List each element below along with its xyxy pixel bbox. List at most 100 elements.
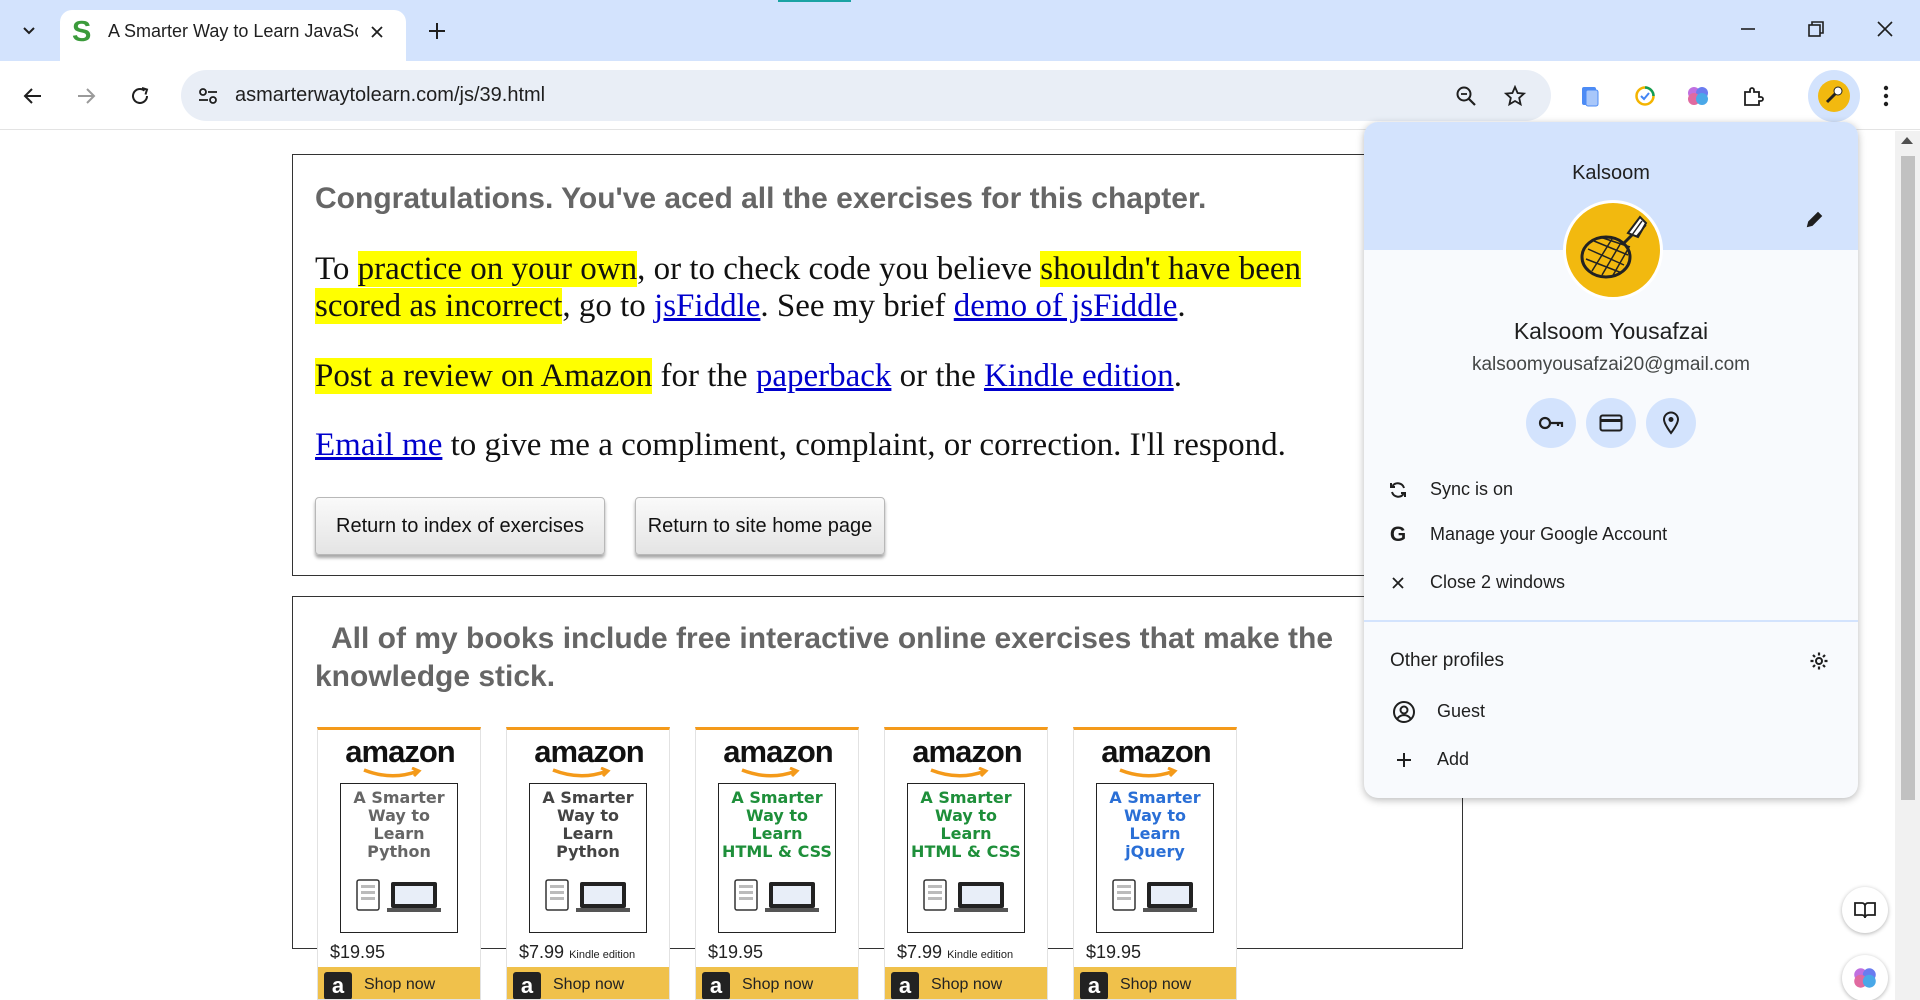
passwords-button[interactable] xyxy=(1526,398,1576,448)
text-span: for the xyxy=(652,358,756,394)
tab-close-button[interactable] xyxy=(364,19,390,45)
shop-now-button[interactable]: a Shop now xyxy=(696,967,858,999)
site-info-icon[interactable] xyxy=(195,83,221,109)
book-cover-title: A Smarter Way to Learn Python xyxy=(341,789,457,861)
credit-card-icon xyxy=(1599,414,1623,432)
email-paragraph: Email me to give me a compliment, compla… xyxy=(315,427,1286,464)
back-button[interactable] xyxy=(13,76,53,116)
close-icon xyxy=(1877,21,1893,37)
chevron-down-icon xyxy=(23,27,35,35)
books-heading-line2: knowledge stick. xyxy=(315,660,556,693)
demo-jsfiddle-link[interactable]: demo of jsFiddle xyxy=(954,288,1178,324)
forward-button[interactable] xyxy=(66,76,106,116)
edition-label: Kindle edition xyxy=(569,949,636,961)
payment-methods-button[interactable] xyxy=(1586,398,1636,448)
reload-icon xyxy=(132,87,149,104)
cover-title-line: A Smarter xyxy=(731,788,823,807)
restore-button[interactable] xyxy=(1790,8,1842,50)
shop-now-label: Shop now xyxy=(364,976,436,993)
cover-title-line: A Smarter xyxy=(1109,788,1201,807)
profile-button[interactable] xyxy=(1808,70,1860,122)
text-span: , go to xyxy=(562,288,655,324)
gear-icon xyxy=(1810,652,1828,670)
address-bar[interactable]: asmarterwaytolearn.com/js/39.html xyxy=(181,70,1551,121)
book-ad-card[interactable]: amazon A Smarter Way to Learn Python $7.99 Ki… xyxy=(506,727,670,1000)
amazon-a-icon: a xyxy=(891,972,919,999)
manage-account-item[interactable]: G Manage your Google Account xyxy=(1364,515,1858,555)
page-scrollbar[interactable] xyxy=(1895,131,1920,1000)
paperback-link[interactable]: paperback xyxy=(756,358,892,394)
url-text[interactable]: asmarterwaytolearn.com/js/39.html xyxy=(235,84,545,107)
addresses-button[interactable] xyxy=(1646,398,1696,448)
scroll-thumb[interactable] xyxy=(1901,156,1915,800)
new-tab-button[interactable] xyxy=(420,14,454,48)
kindle-edition-link[interactable]: Kindle edition xyxy=(984,358,1174,394)
scroll-up-arrow-icon[interactable] xyxy=(1901,137,1913,144)
price-value: $7.99 xyxy=(897,942,943,962)
book-open-icon xyxy=(1854,902,1876,919)
more-menu-icon[interactable] xyxy=(1866,76,1906,116)
manage-profiles-button[interactable] xyxy=(1806,648,1832,674)
other-profiles-heading: Other profiles xyxy=(1390,650,1505,671)
return-index-button[interactable]: Return to index of exercises xyxy=(315,497,605,555)
close-window-button[interactable] xyxy=(1859,8,1911,50)
shop-now-button[interactable]: a Shop now xyxy=(1074,967,1236,999)
book-cover: A Smarter Way to Learn HTML & CSS xyxy=(718,783,836,933)
extension-tab-manager-icon[interactable] xyxy=(1570,76,1610,116)
avatar xyxy=(1818,80,1850,112)
book-ad-card[interactable]: amazon A Smarter Way to Learn jQuery $19.95 a… xyxy=(1073,727,1237,1000)
extension-timer-icon[interactable] xyxy=(1625,76,1665,116)
book-cover-title: A Smarter Way to Learn Python xyxy=(530,789,646,861)
shop-now-label: Shop now xyxy=(742,976,814,993)
tab-search-button[interactable] xyxy=(10,12,48,48)
add-profile-item[interactable]: Add xyxy=(1364,740,1858,780)
amazon-a-icon: a xyxy=(1080,972,1108,999)
sync-status-item[interactable]: Sync is on xyxy=(1364,470,1858,510)
active-tab[interactable]: S A Smarter Way to Learn JavaScript xyxy=(60,10,406,61)
minimize-button[interactable] xyxy=(1722,8,1774,50)
guest-label: Guest xyxy=(1437,701,1486,721)
arrow-right-icon xyxy=(78,88,96,104)
jsfiddle-link[interactable]: jsFiddle xyxy=(654,288,760,324)
extension-brain-icon[interactable] xyxy=(1678,76,1718,116)
amazon-logo: amazon xyxy=(1101,734,1211,769)
amazon-a-icon: a xyxy=(702,972,730,999)
edit-profile-button[interactable] xyxy=(1800,204,1830,234)
bookmark-star-icon[interactable] xyxy=(1501,82,1529,110)
close-windows-item[interactable]: Close 2 windows xyxy=(1364,563,1858,603)
cover-title-line: A Smarter xyxy=(353,788,445,807)
cover-title-line: A Smarter xyxy=(542,788,634,807)
divider xyxy=(1364,620,1858,622)
cover-title-line: Python xyxy=(556,842,620,861)
text-span: or the xyxy=(891,358,984,394)
book-ad-card[interactable]: amazon A Smarter Way to Learn HTML & CSS $19.… xyxy=(695,727,859,1000)
book-price: $19.95 xyxy=(708,942,763,963)
text-span: . xyxy=(1177,288,1186,324)
text-span: . See my brief xyxy=(760,288,954,324)
return-home-button[interactable]: Return to site home page xyxy=(635,497,885,555)
reading-mode-button[interactable] xyxy=(1842,887,1888,933)
reload-button[interactable] xyxy=(120,76,160,116)
book-cover-title: A Smarter Way to Learn HTML & CSS xyxy=(908,789,1024,861)
email-me-link[interactable]: Email me xyxy=(315,427,442,463)
extensions-puzzle-icon[interactable] xyxy=(1733,76,1773,116)
profile-menu: Kalsoom Kalsoom Yousafzai kalsoomyousafz… xyxy=(1364,122,1858,798)
badminton-avatar-icon xyxy=(1580,215,1648,279)
book-ad-card[interactable]: amazon A Smarter Way to Learn HTML & CSS $7.9… xyxy=(884,727,1048,1000)
pencil-icon xyxy=(1806,211,1823,228)
guest-profile-item[interactable]: Guest xyxy=(1364,692,1858,732)
tab-strip: S A Smarter Way to Learn JavaScript xyxy=(0,0,1920,61)
shop-now-button[interactable]: a Shop now xyxy=(318,967,480,999)
book-price: $19.95 xyxy=(330,942,385,963)
shop-now-label: Shop now xyxy=(1120,976,1192,993)
cover-title-line: Way to xyxy=(556,806,620,825)
assistant-button[interactable] xyxy=(1842,955,1888,1000)
book-ad-card[interactable]: amazon A Smarter Way to Learn Python $19.95 a… xyxy=(317,727,481,1000)
close-icon xyxy=(371,26,383,38)
book-cover-title: A Smarter Way to Learn HTML & CSS xyxy=(719,789,835,861)
zoom-icon[interactable] xyxy=(1452,82,1480,110)
cover-title-line: Way to xyxy=(367,806,431,825)
cover-title-line: Way to xyxy=(745,806,809,825)
shop-now-button[interactable]: a Shop now xyxy=(507,967,669,999)
shop-now-button[interactable]: a Shop now xyxy=(885,967,1047,999)
